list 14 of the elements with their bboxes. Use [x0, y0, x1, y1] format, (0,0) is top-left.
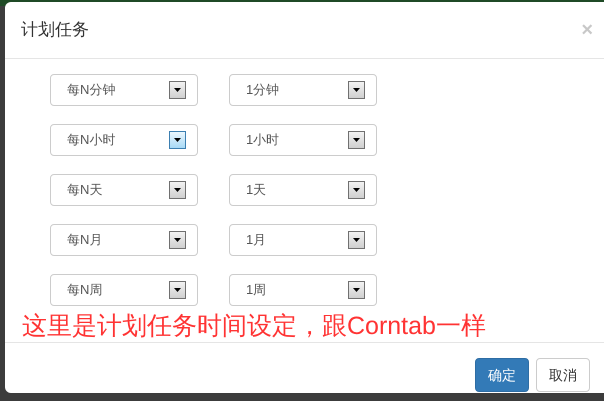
dropdown-select[interactable]: 1周	[229, 274, 377, 306]
dropdown-select[interactable]: 每N天	[50, 174, 198, 206]
annotation-text: 这里是计划任务时间设定，跟Corntab一样	[21, 311, 487, 342]
dialog-title: 计划任务	[21, 19, 89, 42]
confirm-button[interactable]: 确定	[475, 358, 529, 392]
cancel-button[interactable]: 取消	[536, 358, 590, 392]
dropdown-select[interactable]: 1天	[229, 174, 377, 206]
dropdown-select[interactable]: 1月	[229, 224, 377, 256]
dropdown-select[interactable]: 1小时	[229, 124, 377, 156]
dropdown-select[interactable]: 每N分钟	[50, 74, 198, 106]
dropdown-select[interactable]: 1分钟	[229, 74, 377, 106]
dropdown-select[interactable]: 每N小时	[50, 124, 198, 156]
dropdown-select[interactable]: 每N周	[50, 274, 198, 306]
dropdown-select[interactable]: 每N月	[50, 224, 198, 256]
